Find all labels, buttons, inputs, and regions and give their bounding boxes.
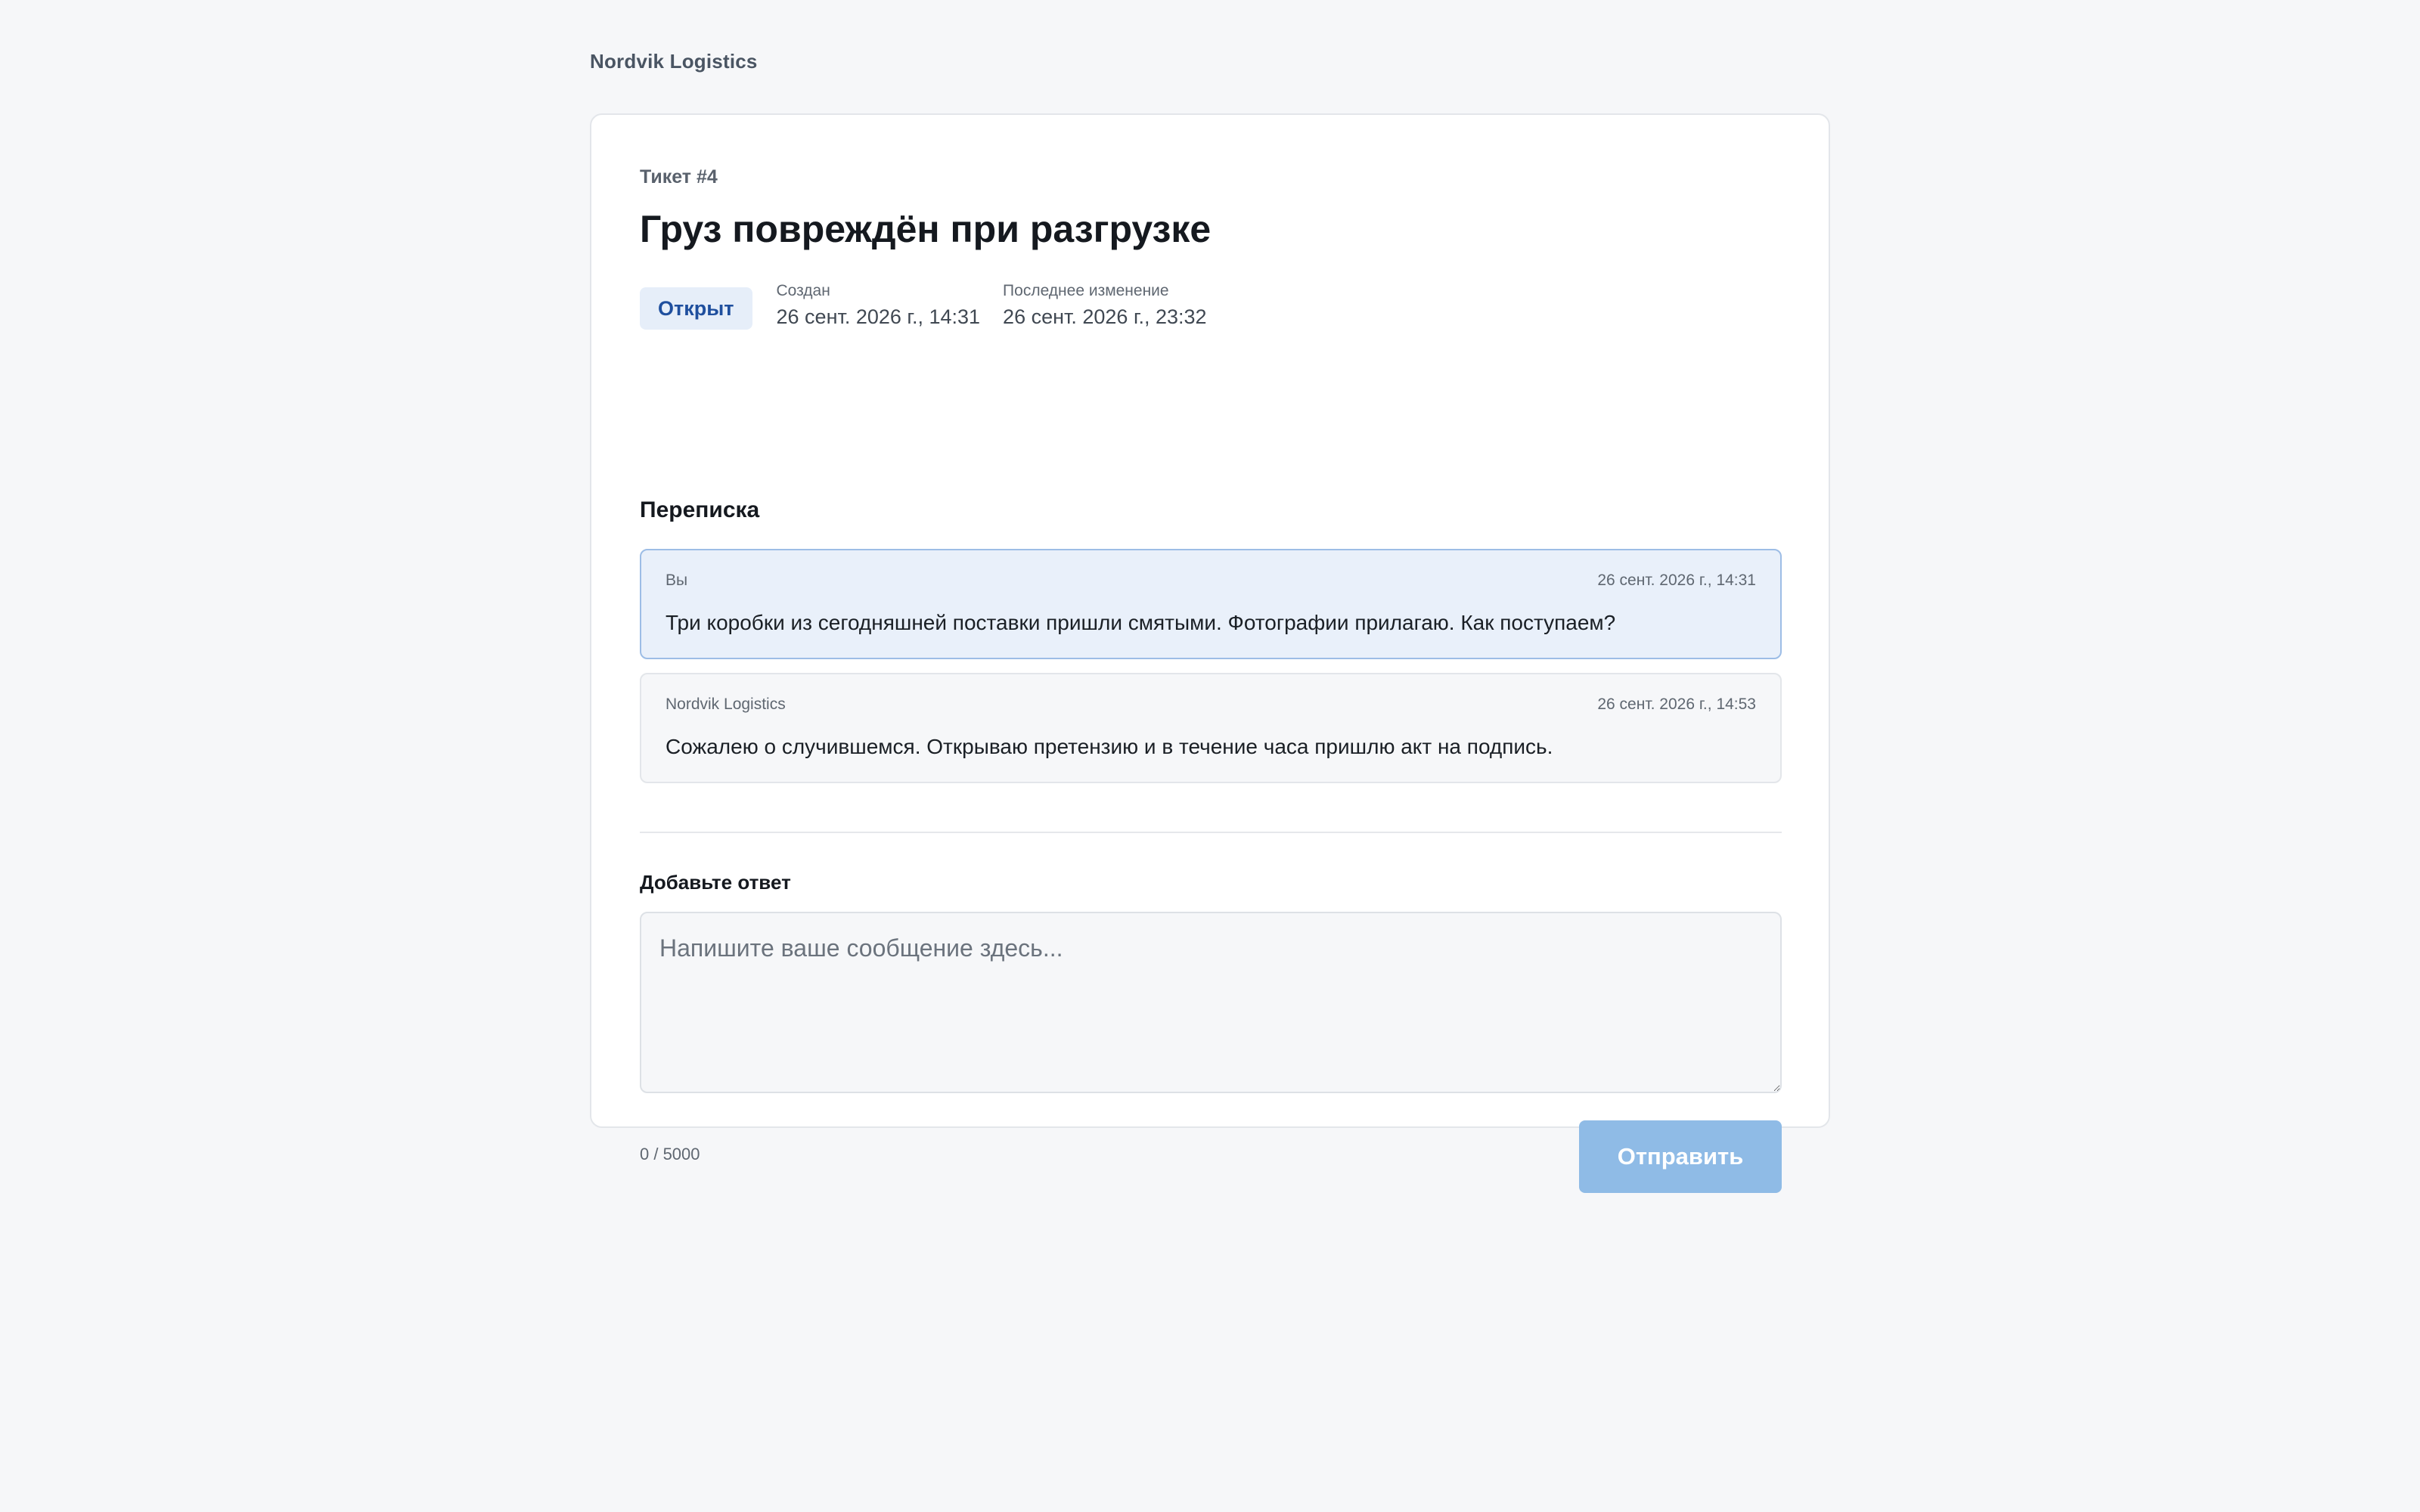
message-header: Вы 26 сент. 2026 г., 14:31 [666, 572, 1756, 590]
status-badge: Открыт [640, 287, 752, 330]
char-counter: 0 / 5000 [640, 1145, 700, 1163]
message-item-own: Вы 26 сент. 2026 г., 14:31 Три коробки и… [640, 549, 1782, 659]
message-time: 26 сент. 2026 г., 14:53 [1597, 696, 1756, 713]
reply-label: Добавьте ответ [640, 871, 791, 894]
message-header: Nordvik Logistics 26 сент. 2026 г., 14:5… [666, 696, 1756, 714]
reply-textarea[interactable] [640, 912, 1782, 1093]
brand-name: Nordvik Logistics [590, 50, 758, 73]
page-title: Груз повреждён при разгрузке [640, 208, 1212, 250]
message-author: Nordvik Logistics [666, 696, 786, 713]
updated-value: 26 сент. 2026 г., 23:32 [1003, 305, 1207, 328]
ticket-id: Тикет #4 [640, 166, 718, 187]
send-button[interactable]: Отправить [1579, 1120, 1782, 1193]
created-label: Создан [776, 282, 830, 299]
ticket-card: Тикет #4 Груз повреждён при разгрузке От… [590, 113, 1830, 1193]
message-item-support: Nordvik Logistics 26 сент. 2026 г., 14:5… [640, 673, 1782, 783]
ticket-meta: Открыт Создан 26 сент. 2026 г., 14:31 По… [640, 280, 1207, 333]
section-divider [640, 832, 1782, 833]
message-text: Три коробки из сегодняшней поставки приш… [666, 611, 1616, 634]
created-value: 26 сент. 2026 г., 14:31 [776, 305, 981, 328]
message-time: 26 сент. 2026 г., 14:31 [1597, 572, 1756, 589]
updated-label: Последнее изменение [1003, 282, 1169, 299]
message-author: Вы [666, 572, 688, 589]
message-text: Сожалею о случившемся. Открываю претензи… [666, 735, 1553, 758]
created-meta: Создан 26 сент. 2026 г., 14:31 [777, 280, 981, 331]
updated-meta: Последнее изменение 26 сент. 2026 г., 23… [1003, 280, 1207, 331]
conversation-title: Переписка [640, 497, 760, 522]
